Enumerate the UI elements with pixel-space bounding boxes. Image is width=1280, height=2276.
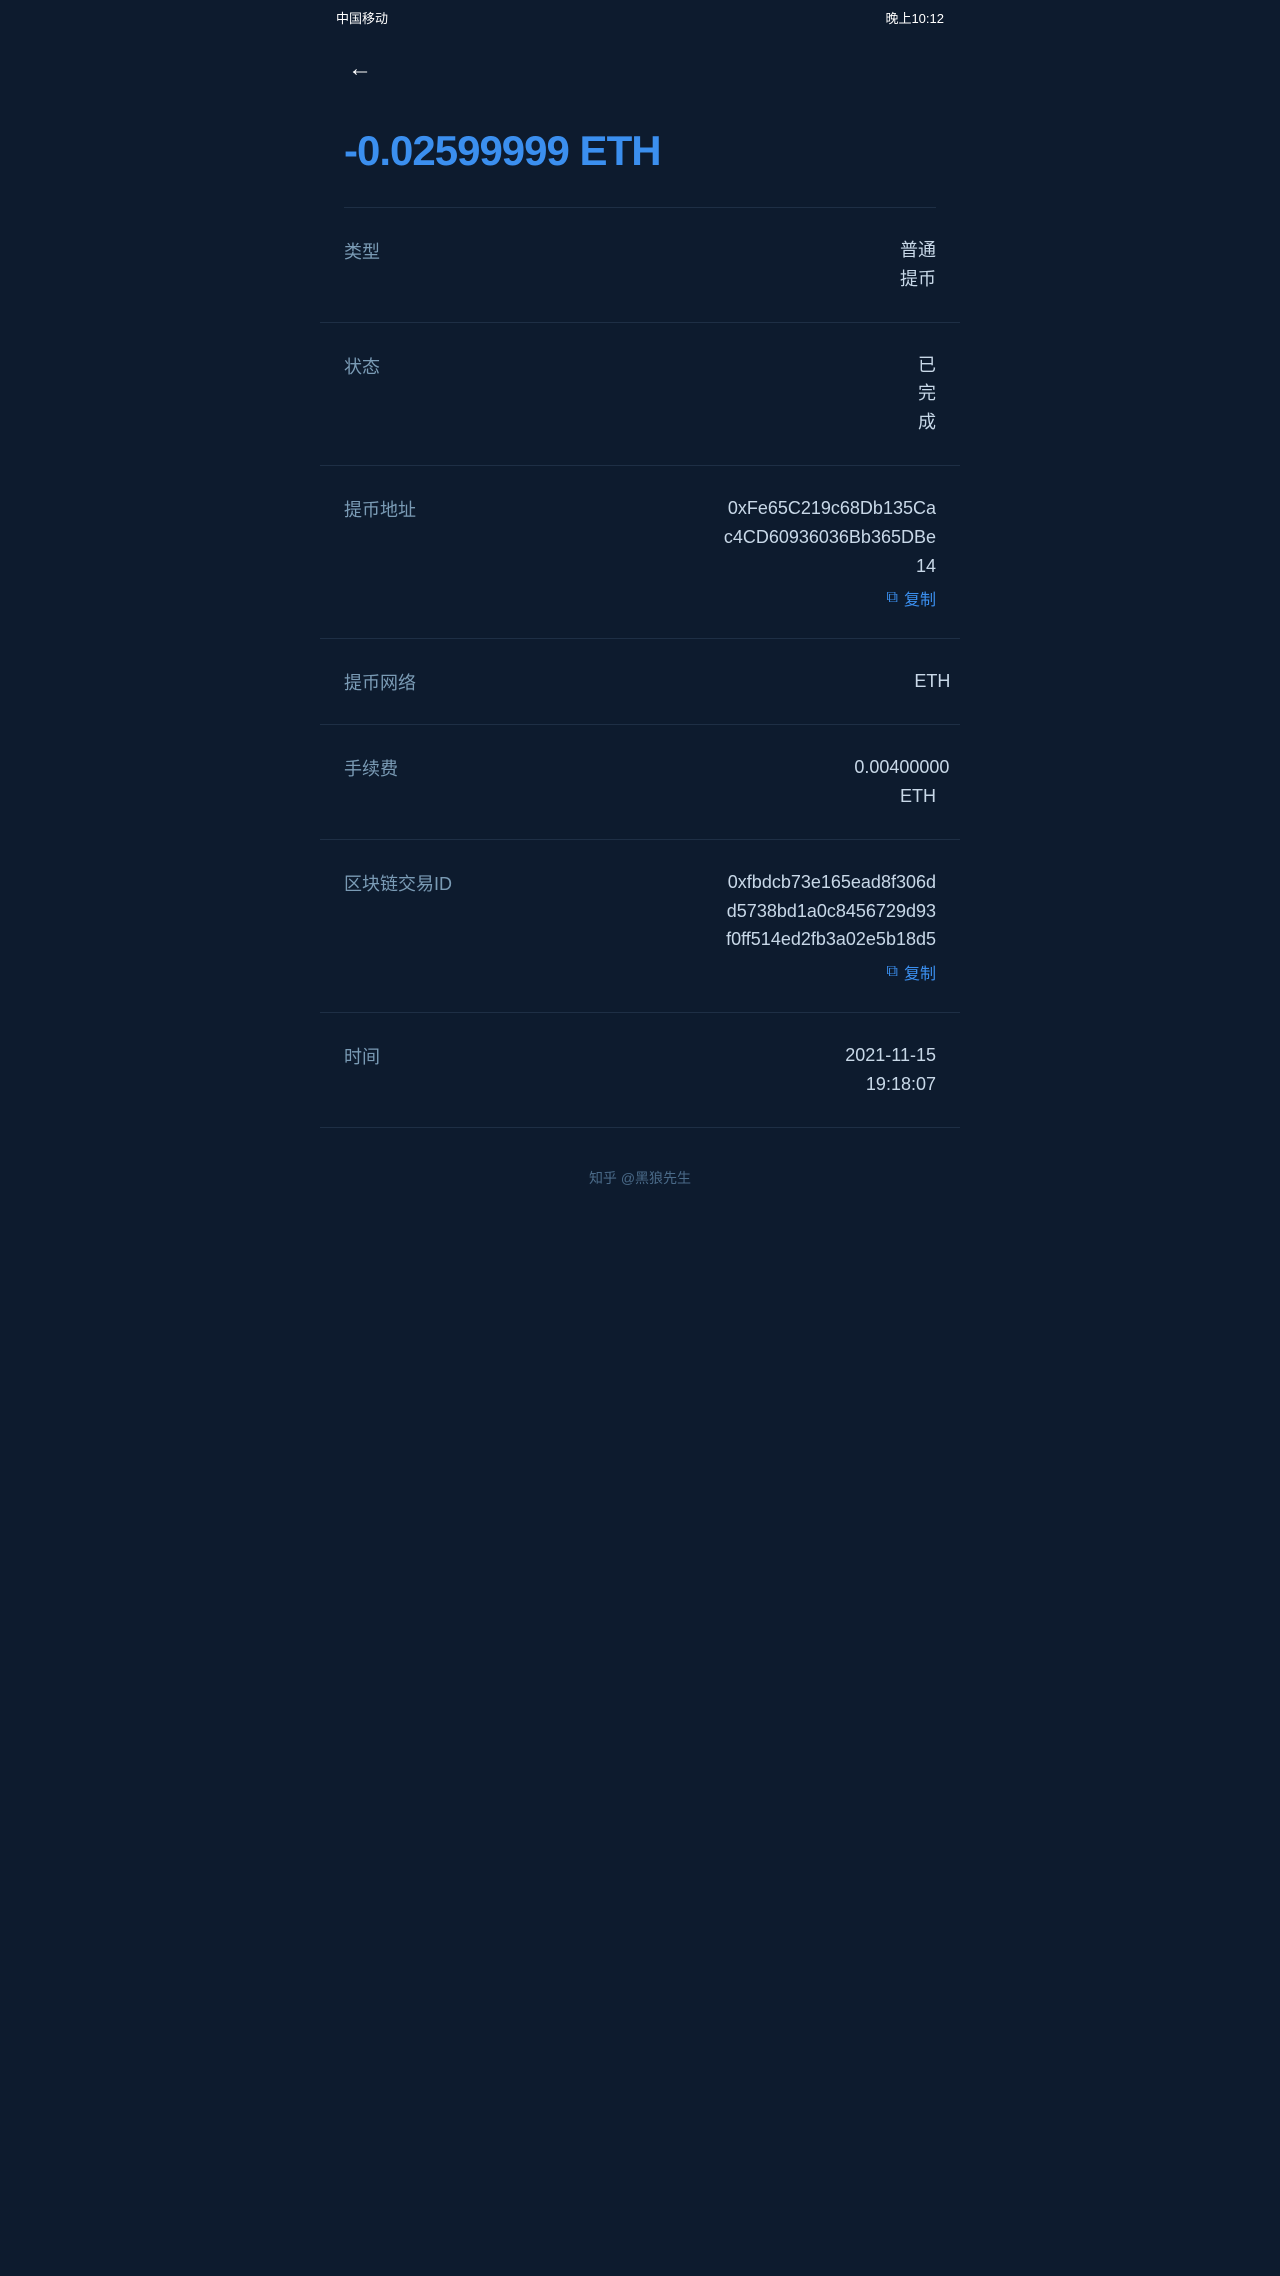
detail-value-text: 普通提币 <box>893 236 936 294</box>
amount-value: -0.02599999 ETH <box>344 127 936 175</box>
detail-label: 区块链交易ID <box>344 868 452 896</box>
detail-value-text: 0.00400000 ETH <box>854 753 936 811</box>
detail-label: 提币地址 <box>344 494 416 522</box>
detail-value-col: 0xfbdcb73e165ead8f306dd5738bd1a0c8456729… <box>581 868 936 984</box>
detail-row: 状态 已完成 <box>320 323 960 466</box>
copy-button[interactable]: ⧉ 复制 <box>887 586 936 610</box>
detail-label: 类型 <box>344 236 380 264</box>
copy-label: 复制 <box>904 586 936 610</box>
detail-row: 时间 2021-11-15 19:18:07 <box>320 1013 960 1128</box>
copy-label: 复制 <box>904 960 936 984</box>
copy-button[interactable]: ⧉ 复制 <box>887 960 936 984</box>
back-button[interactable]: ← <box>344 51 376 87</box>
detail-value-text: 0xfbdcb73e165ead8f306dd5738bd1a0c8456729… <box>723 868 936 954</box>
detail-label: 时间 <box>344 1041 380 1069</box>
detail-row: 类型 普通提币 <box>320 208 960 323</box>
detail-value-col: ETH <box>900 667 936 696</box>
detail-value-col: 0xFe65C219c68Db135Cac4CD60936036Bb365DBe… <box>581 494 936 610</box>
detail-label: 状态 <box>344 351 380 379</box>
detail-value-col: 2021-11-15 19:18:07 <box>770 1041 936 1099</box>
detail-value-col: 普通提币 <box>864 236 936 294</box>
detail-row: 提币地址 0xFe65C219c68Db135Cac4CD60936036Bb36… <box>320 466 960 639</box>
detail-value-text: 已完成 <box>904 351 936 437</box>
detail-value-text: 2021-11-15 19:18:07 <box>837 1041 936 1099</box>
carrier-text: 中国移动 <box>336 8 388 27</box>
status-bar: 中国移动 晚上10:12 <box>320 0 960 35</box>
copy-icon: ⧉ <box>887 963 898 981</box>
detail-row: 提币网络 ETH <box>320 639 960 725</box>
detail-row: 区块链交易ID 0xfbdcb73e165ead8f306dd5738bd1a0c… <box>320 840 960 1013</box>
detail-label: 手续费 <box>344 753 398 781</box>
detail-value-text: 0xFe65C219c68Db135Cac4CD60936036Bb365DBe… <box>723 494 936 580</box>
detail-label: 提币网络 <box>344 667 416 695</box>
detail-value-col: 0.00400000 ETH <box>800 753 936 811</box>
page-header: ← <box>320 35 960 103</box>
detail-row: 手续费 0.00400000 ETH <box>320 725 960 840</box>
details-container: 类型 普通提币状态 已完成提币地址 0xFe65C219c68Db135Cac4CD6… <box>320 208 960 1128</box>
copy-icon: ⧉ <box>887 589 898 607</box>
detail-value-col: 已完成 <box>882 351 936 437</box>
amount-section: -0.02599999 ETH <box>320 103 960 207</box>
time-text: 晚上10:12 <box>885 8 944 27</box>
detail-value-text: ETH <box>914 667 936 696</box>
footer-brand: 知乎 @黑狼先生 <box>320 1128 960 1212</box>
